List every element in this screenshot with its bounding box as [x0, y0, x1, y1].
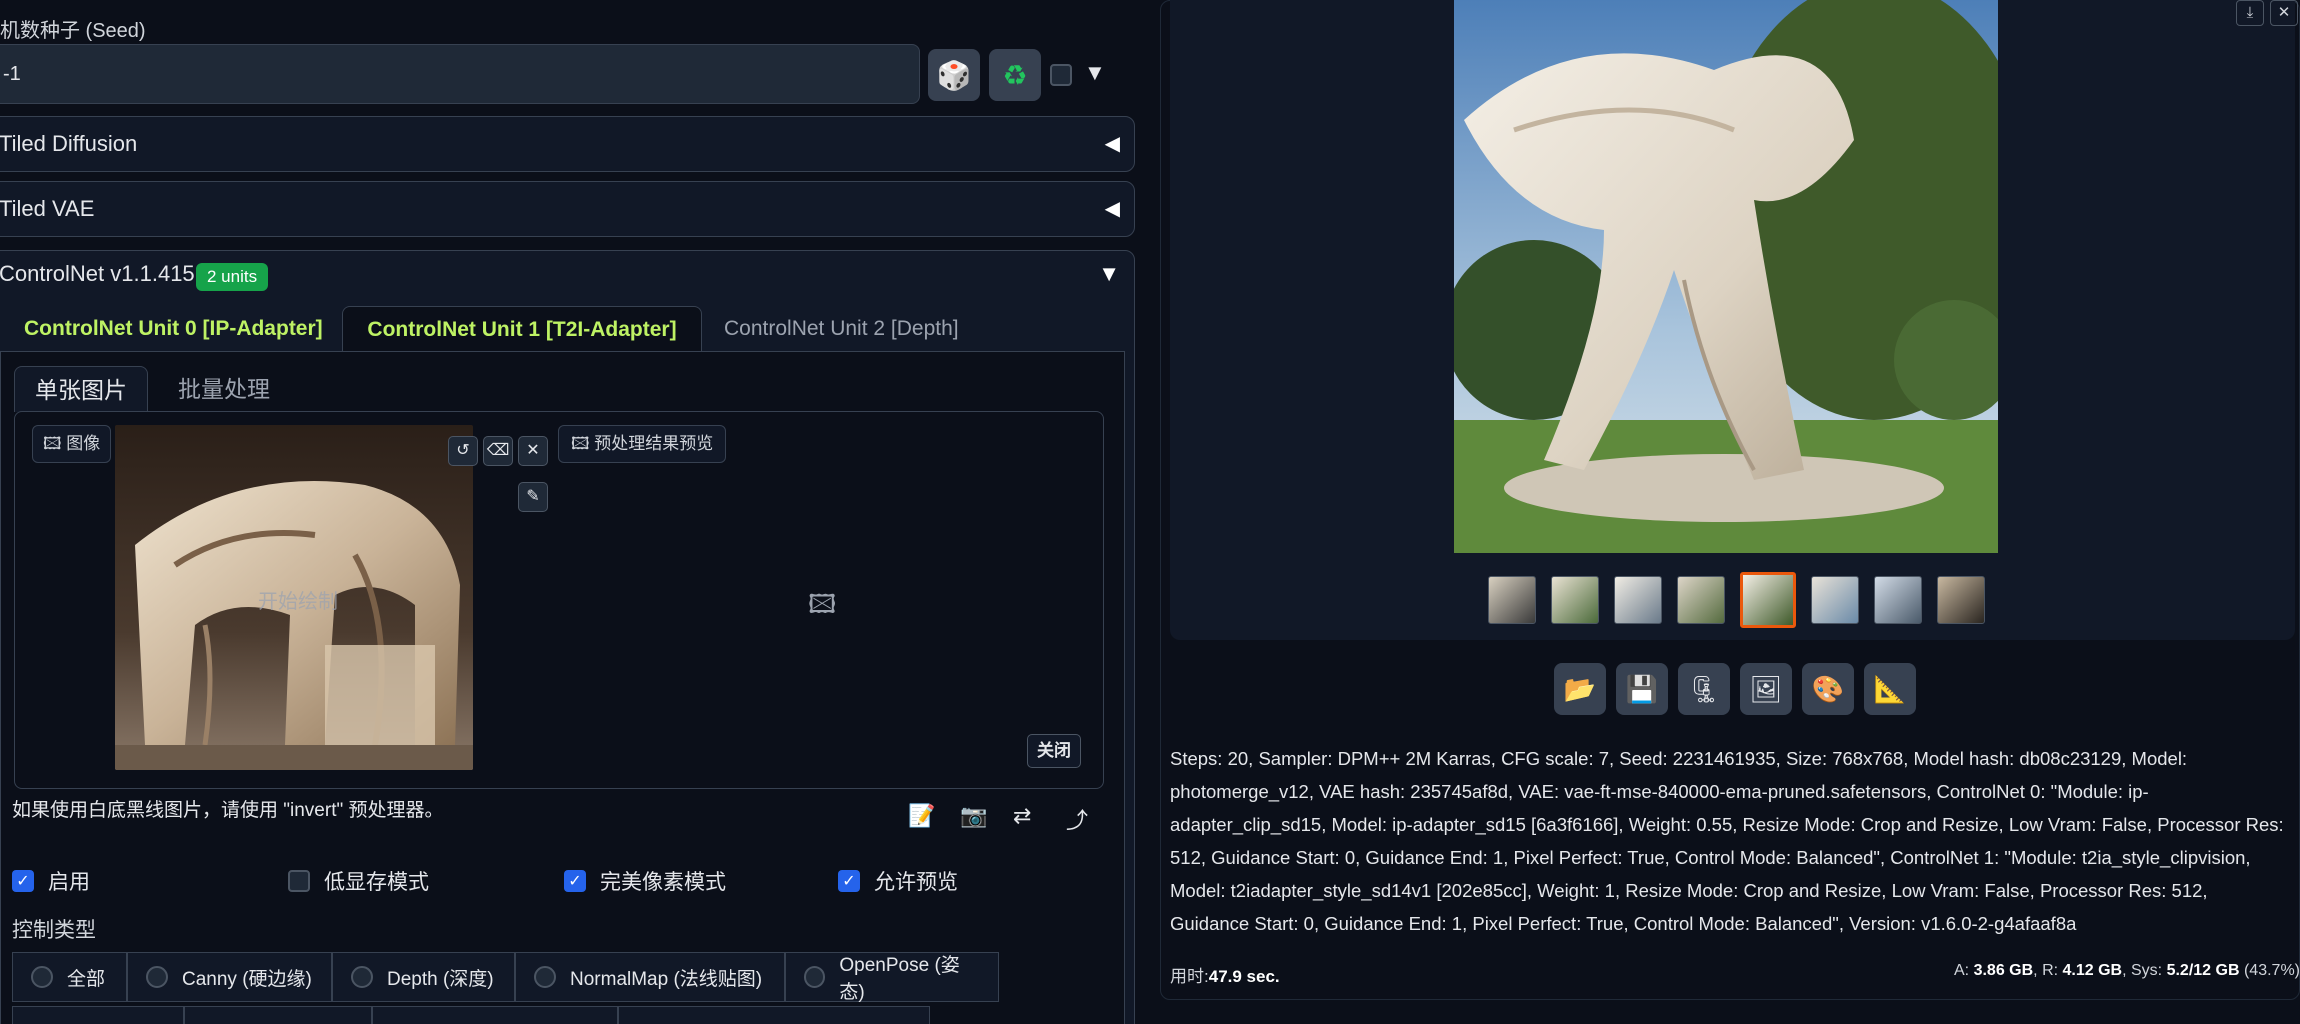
thumbnail[interactable] [1937, 576, 1985, 624]
undo-button[interactable]: ↺ [448, 436, 478, 466]
pixel-perfect-checkbox[interactable]: ✓ 完美像素模式 [564, 866, 726, 896]
picture-icon: 🖼 [1749, 673, 1783, 704]
camera-icon[interactable]: 📷 [960, 803, 987, 829]
left-column: 机数种子 (Seed) -1 🎲 ♻ ▼ Tiled Diffusion ◀ T… [0, 0, 1140, 1024]
close-gallery-button[interactable]: ✕ [2270, 0, 2298, 26]
output-actions: 📂 💾 🗜 🖼 🎨 📐 [1554, 663, 1916, 715]
tiled-diffusion-accordion[interactable]: Tiled Diffusion ◀ [0, 116, 1135, 172]
thumbnail-strip [1488, 572, 1985, 628]
tab-batch[interactable]: 批量处理 [158, 366, 290, 412]
random-seed-button[interactable]: 🎲 [928, 49, 980, 101]
ruler-icon: 📐 [1873, 673, 1907, 704]
control-type-option[interactable] [184, 1006, 372, 1024]
allow-preview-checkbox[interactable]: ✓ 允许预览 [838, 866, 958, 896]
download-icon: ⤓ [2246, 4, 2254, 21]
close-preview-button[interactable]: 关闭 [1027, 734, 1081, 768]
tab-unit-1[interactable]: ControlNet Unit 1 [T2I-Adapter] [342, 306, 702, 352]
save-icon: 💾 [1625, 673, 1659, 704]
enable-checkbox[interactable]: ✓ 启用 [12, 866, 90, 896]
units-badge: 2 units [196, 263, 269, 291]
invert-hint: 如果使用白底黑线图片，请使用 "invert" 预处理器。 [12, 800, 444, 821]
image-placeholder-icon: 🖾 [808, 589, 837, 619]
image-icon: 🖾 [43, 434, 62, 453]
send-to-img2img-button[interactable]: 🖼 [1740, 663, 1792, 715]
dice-icon: 🎲 [936, 59, 972, 91]
download-button[interactable]: ⤓ [2236, 0, 2264, 26]
chevron-left-icon: ◀ [1104, 198, 1120, 220]
preprocessor-preview-label: 🖾 预处理结果预览 [558, 425, 727, 463]
zip-icon: 🗜 [1687, 673, 1721, 704]
thumbnail[interactable] [1488, 576, 1536, 624]
thumbnail[interactable] [1677, 576, 1725, 624]
tiled-vae-accordion[interactable]: Tiled VAE ◀ [0, 181, 1135, 237]
eraser-button[interactable]: ⌫ [483, 436, 513, 466]
image-label: 🖾 图像 [32, 425, 112, 463]
undo-icon: ↺ [456, 442, 470, 459]
control-type-option[interactable] [372, 1006, 618, 1024]
memory-stats: A: 3.86 GB, R: 4.12 GB, Sys: 5.2/12 GB (… [1954, 962, 2300, 979]
control-type-canny[interactable]: Canny (硬边缘) [127, 952, 332, 1002]
control-type-radio-group: 全部 Canny (硬边缘) Depth (深度) NormalMap (法线贴… [12, 952, 999, 1003]
seed-label: 机数种子 (Seed) [0, 20, 146, 42]
control-type-label: 控制类型 [12, 919, 96, 942]
thumbnail[interactable] [1614, 576, 1662, 624]
send-to-extras-button[interactable]: 📐 [1864, 663, 1916, 715]
thumbnail-selected[interactable] [1740, 572, 1796, 628]
tab-unit-0[interactable]: ControlNet Unit 0 [IP-Adapter] [18, 306, 329, 352]
accordion-title: Tiled Diffusion [0, 131, 138, 156]
save-button[interactable]: 💾 [1616, 663, 1668, 715]
palette-icon: 🎨 [1811, 673, 1845, 704]
thumbnail[interactable] [1811, 576, 1859, 624]
brush-icon: ✎ [526, 488, 540, 505]
chevron-left-icon: ◀ [1104, 133, 1120, 155]
close-icon: ✕ [2277, 4, 2291, 21]
control-type-depth[interactable]: Depth (深度) [332, 952, 515, 1002]
image-icon: 🖾 [571, 434, 590, 453]
tab-unit-2[interactable]: ControlNet Unit 2 [Depth] [718, 306, 965, 352]
accordion-title: Tiled VAE [0, 196, 95, 221]
recycle-icon: ♻ [1002, 59, 1028, 91]
control-type-radio-group-2 [12, 1006, 930, 1024]
seed-input[interactable]: -1 [0, 44, 920, 104]
tab-single-image[interactable]: 单张图片 [14, 366, 148, 412]
swap-icon[interactable]: ⇄ [1013, 803, 1031, 829]
open-folder-button[interactable]: 📂 [1554, 663, 1606, 715]
elapsed-time: 用时:47.9 sec. [1170, 967, 1280, 986]
control-type-all[interactable]: 全部 [12, 952, 127, 1002]
chevron-down-icon[interactable]: ▼ [1098, 261, 1120, 287]
send-to-inpaint-button[interactable]: 🎨 [1802, 663, 1854, 715]
control-type-option[interactable] [12, 1006, 184, 1024]
start-draw-hint: 开始绘制 [258, 591, 338, 613]
right-column: ⤓ ✕ 📂 💾 🗜 🖼 🎨 📐 Steps: 20, Sampler: DPM+… [1160, 0, 2300, 1024]
control-type-openpose[interactable]: OpenPose (姿态) [785, 952, 999, 1003]
brush-button[interactable]: ✎ [518, 482, 548, 512]
chevron-down-icon[interactable]: ▼ [1084, 60, 1106, 86]
extra-seed-checkbox[interactable] [1050, 64, 1072, 86]
control-type-normalmap[interactable]: NormalMap (法线贴图) [515, 952, 785, 1002]
eraser-icon: ⌫ [486, 442, 510, 459]
zip-button[interactable]: 🗜 [1678, 663, 1730, 715]
clear-image-button[interactable]: ✕ [518, 436, 548, 466]
generated-image[interactable] [1454, 0, 1998, 553]
controlnet-title[interactable]: ControlNet v1.1.415 [0, 261, 195, 287]
notepad-icon[interactable]: 📝 [908, 803, 935, 829]
generation-info: Steps: 20, Sampler: DPM++ 2M Karras, CFG… [1170, 748, 2284, 934]
close-icon: ✕ [526, 442, 540, 459]
thumbnail[interactable] [1551, 576, 1599, 624]
send-icon[interactable]: ⤴ [1066, 803, 1088, 835]
control-type-option[interactable] [618, 1006, 930, 1024]
folder-icon: 📂 [1563, 673, 1597, 704]
thumbnail[interactable] [1874, 576, 1922, 624]
low-vram-checkbox[interactable]: 低显存模式 [288, 866, 429, 896]
reuse-seed-button[interactable]: ♻ [989, 49, 1041, 101]
